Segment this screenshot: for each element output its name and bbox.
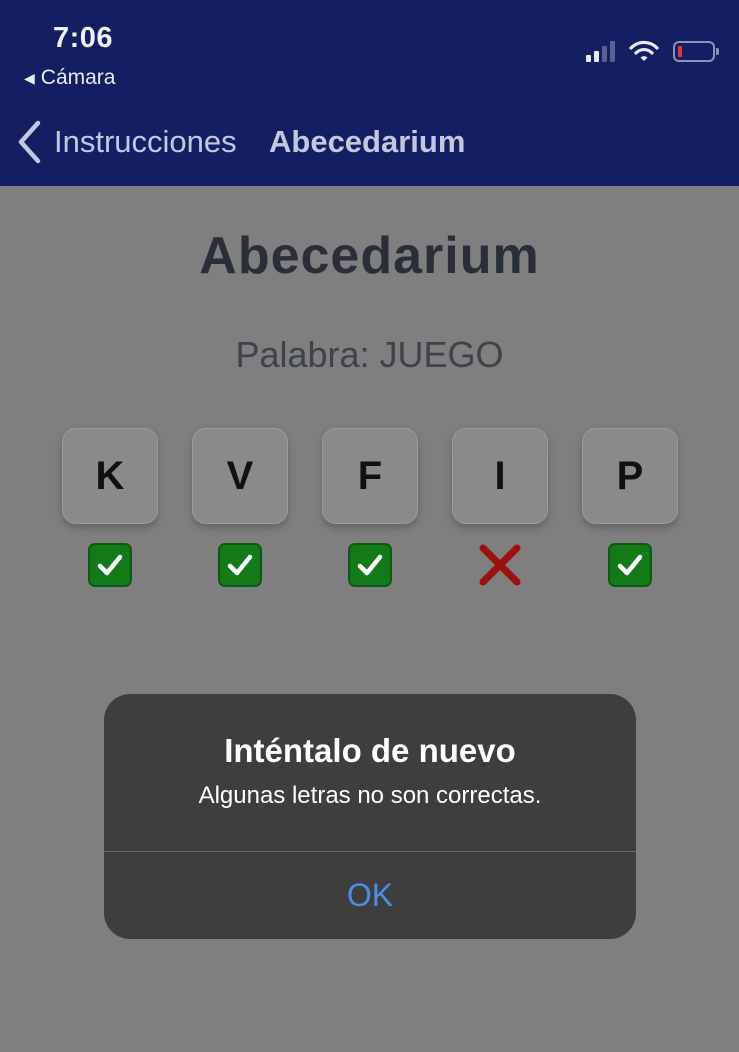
alert-dialog: Inténtalo de nuevo Algunas letras no son… xyxy=(104,694,636,939)
tile-column: I xyxy=(452,428,548,587)
status-time: 7:06 xyxy=(53,22,114,54)
letter-tile[interactable]: I xyxy=(452,428,548,524)
letter-tile[interactable]: P xyxy=(582,428,678,524)
word-label: Palabra: JUEGO xyxy=(235,334,504,375)
letter-tile[interactable]: V xyxy=(192,428,288,524)
page-title: Abecedarium xyxy=(199,227,540,285)
wifi-icon xyxy=(629,40,659,61)
letter-tile[interactable]: F xyxy=(322,428,418,524)
cellular-signal-icon xyxy=(586,40,615,62)
status-back-to-app[interactable]: ◀ Cámara xyxy=(24,66,115,90)
cross-mark-icon xyxy=(478,543,522,587)
status-back-label: Cámara xyxy=(40,66,116,89)
battery-level xyxy=(678,45,682,57)
letter-tile[interactable]: K xyxy=(62,428,158,524)
check-mark-button-icon xyxy=(218,543,262,587)
alert-title: Inténtalo de nuevo xyxy=(224,732,516,769)
tile-column: V xyxy=(192,428,288,587)
tile-column: K xyxy=(62,428,158,587)
check-mark-button-icon xyxy=(348,543,392,587)
chevron-left-icon xyxy=(18,120,41,164)
nav-back-label: Instrucciones xyxy=(54,124,237,159)
triangle-left-icon: ◀ xyxy=(24,70,35,86)
tile-column: P xyxy=(582,428,678,587)
nav-back-button[interactable]: Instrucciones xyxy=(16,120,237,164)
tile-column: F xyxy=(322,428,418,587)
status-indicators xyxy=(586,40,719,62)
alert-message: Algunas letras no son correctas. xyxy=(198,782,542,809)
navigation-header: 7:06 ◀ Cámara Instrucciones Abecedarium xyxy=(0,0,739,186)
ok-button[interactable]: OK xyxy=(104,852,636,939)
check-mark-button-icon xyxy=(608,543,652,587)
battery-icon xyxy=(673,40,719,62)
nav-title: Abecedarium xyxy=(269,124,466,159)
letter-tiles: K V F I P xyxy=(62,428,678,587)
check-mark-button-icon xyxy=(88,543,132,587)
